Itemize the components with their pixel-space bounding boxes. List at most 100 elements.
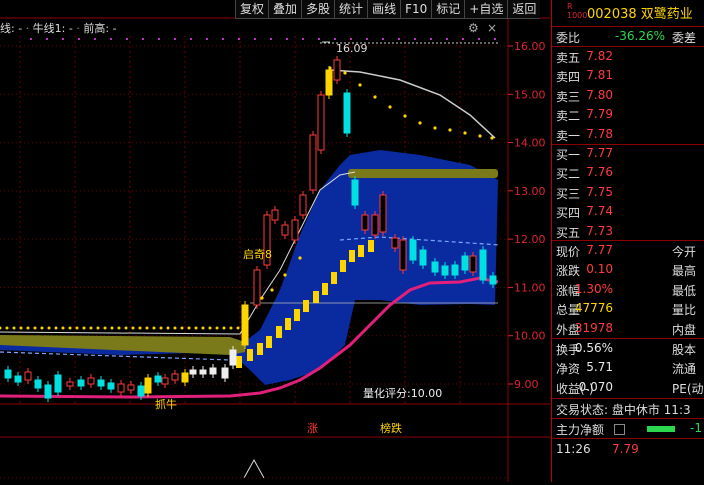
candle-body: [361, 214, 369, 231]
y-tick-label: 14.00: [514, 137, 546, 150]
stock-header: R 1000 002038 双鹭药业: [552, 0, 704, 26]
yellow-dot: [388, 105, 392, 109]
stock-code-name[interactable]: 002038 双鹭药业: [587, 3, 693, 22]
buy-row[interactable]: 买二 7.76: [552, 163, 704, 183]
yellow-dot: [270, 288, 274, 292]
marker-zhang: 涨: [307, 422, 318, 435]
buy-row-value: 7.74: [586, 204, 613, 219]
buy-row[interactable]: 买三 7.75: [552, 183, 704, 203]
webi-label: 委比: [556, 31, 581, 45]
candle-body: [489, 275, 497, 285]
top-dot: [286, 38, 288, 40]
toolbar-button[interactable]: 返回: [507, 0, 541, 19]
candle-body: [144, 377, 152, 394]
top-dot: [238, 38, 240, 40]
toolbar-button[interactable]: 复权: [235, 0, 269, 19]
top-dot: [126, 38, 128, 40]
trade-status-row: 交易状态: 盘中休市 11:3: [552, 399, 704, 419]
buy-row-value: 7.75: [586, 184, 613, 199]
yellow-dot: [159, 326, 163, 330]
stat-row[interactable]: 外盘 31978 内盘: [552, 319, 704, 339]
top-dot: [62, 38, 64, 40]
legend-niuxian-label: 牛线1: -: [32, 22, 73, 35]
buy-row[interactable]: 买五 7.73: [552, 222, 704, 242]
stat2-row-value: 0.070: [578, 379, 613, 394]
toolbar-button[interactable]: 多股: [301, 0, 335, 19]
yellow-dot: [47, 326, 51, 330]
toolbar-button[interactable]: 统计: [334, 0, 368, 19]
divider: [552, 438, 704, 439]
yellow-dot: [478, 134, 482, 138]
list-icon[interactable]: [614, 424, 625, 435]
stat-row[interactable]: 涨跌 0.10 最高: [552, 260, 704, 280]
main-net-label: 主力净额: [556, 423, 605, 437]
signal-block: [303, 300, 309, 312]
stat-row-value: 47776: [574, 301, 613, 316]
yellow-dot: [138, 326, 142, 330]
stat-row[interactable]: 总量 47776 量比: [552, 299, 704, 319]
y-tick-label: 11.00: [514, 281, 546, 294]
main-net-row[interactable]: 主力净额 -1: [552, 419, 704, 439]
olive-bar: [348, 169, 498, 178]
top-dot: [398, 38, 400, 40]
top-dot: [174, 38, 176, 40]
stat-row-label2: 最高: [672, 264, 697, 279]
close-icon[interactable]: ×: [487, 21, 497, 35]
main-net-bar: [647, 426, 675, 432]
stat2-row[interactable]: 换手 0.56% 股本: [552, 339, 704, 359]
toolbar-button[interactable]: +自选: [464, 0, 508, 19]
y-tick-label: 10.00: [514, 330, 546, 343]
sell-row[interactable]: 卖二 7.79: [552, 105, 704, 125]
stat2-row[interactable]: 净资 5.71 流通: [552, 358, 704, 378]
stat2-row-label2: PE(动: [672, 381, 704, 396]
top-dot: [206, 38, 208, 40]
candle-body: [77, 379, 85, 387]
yellow-dot: [260, 296, 264, 300]
signal-label-qiqi: 启奇8: [243, 248, 272, 261]
candle-body: [14, 375, 22, 383]
candle-body: [451, 264, 459, 276]
yellow-dot: [103, 326, 107, 330]
kline-chart[interactable]: 16.00 15.00 14.00 13.00 12.00 11.00 10.00 9.00 1…: [0, 0, 550, 482]
sell-row[interactable]: 卖四 7.81: [552, 66, 704, 86]
stat-row[interactable]: 现价 7.77 今开: [552, 241, 704, 261]
signal-block: [349, 250, 355, 262]
top-dot: [46, 38, 48, 40]
weicha-label: 委差: [672, 31, 697, 45]
buy-row-value: 7.76: [586, 165, 613, 180]
yellow-dot: [222, 326, 226, 330]
buy-row[interactable]: 买四 7.74: [552, 202, 704, 222]
candle-body: [441, 265, 449, 276]
yellow-dot: [236, 326, 240, 330]
yellow-dot: [75, 326, 79, 330]
top-dot: [94, 38, 96, 40]
yellow-dot: [61, 326, 65, 330]
toolbar-button[interactable]: 叠加: [268, 0, 302, 19]
candle-body: [399, 239, 407, 271]
kline-chart-area[interactable]: 16.00 15.00 14.00 13.00 12.00 11.00 10.00 9.00 1…: [0, 0, 550, 482]
candle-body: [66, 381, 74, 387]
sell-row[interactable]: 卖五 7.82: [552, 47, 704, 67]
peak-price-label: 16.09: [336, 42, 368, 55]
toolbar-button[interactable]: 标记: [431, 0, 465, 19]
stat-row[interactable]: 涨幅 1.30% 最低: [552, 280, 704, 300]
signal-block: [322, 283, 328, 295]
toolbar-button[interactable]: 画线: [367, 0, 401, 19]
toolbar-button[interactable]: F10: [400, 0, 432, 19]
candle-body: [161, 377, 169, 385]
buy-row[interactable]: 买一 7.77: [552, 144, 704, 164]
candle-body: [209, 367, 217, 375]
sell-row[interactable]: 卖一 7.78: [552, 125, 704, 145]
yellow-dot: [5, 326, 9, 330]
stat2-row[interactable]: 收益(-) 0.070 PE(动: [552, 378, 704, 398]
candle-body: [343, 92, 351, 134]
candle-body: [44, 384, 52, 399]
sell-row[interactable]: 卖三 7.80: [552, 86, 704, 106]
top-dot: [350, 38, 352, 40]
gear-icon[interactable]: ⚙: [468, 22, 480, 34]
sell-row-value: 7.82: [586, 49, 613, 63]
yellow-dot: [12, 326, 16, 330]
signal-block: [358, 245, 364, 257]
stat-row-label2: 最低: [672, 283, 697, 298]
stat2-row-value: 5.71: [586, 360, 613, 375]
